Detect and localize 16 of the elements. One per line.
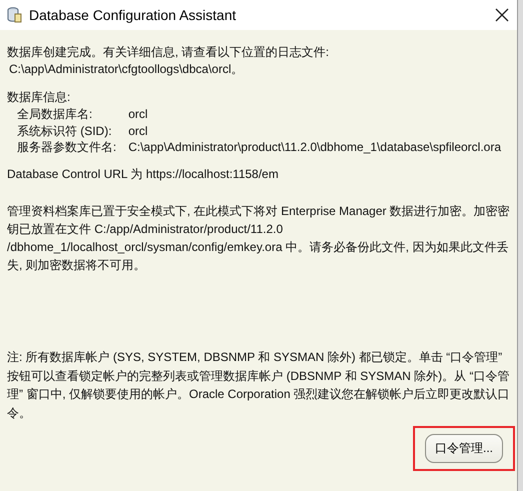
info-label: 全局数据库名: bbox=[17, 106, 94, 122]
database-info-heading: 数据库信息: bbox=[7, 89, 72, 106]
password-management-button[interactable]: 口令管理... bbox=[424, 434, 503, 463]
close-icon[interactable] bbox=[495, 8, 509, 22]
accounts-note: 注: 所有数据库帐户 (SYS, SYSTEM, DBSNMP 和 SYSMAN 除外) 都已锁定。单击 “口令管理” 按钮可以查看锁定帐户的完整列表或管理数据库帐户 (DBSNMP 和 SYSMAN 除外)。从 “口令管理” 窗口中, 仅解锁要使用的帐户。Oracle Corporation 强烈建议您在解锁帐户后立即更改默认口令。 bbox=[7, 349, 511, 422]
log-message: 数据库创建完成。有关详细信息, 请查看以下位置的日志文件: bbox=[7, 44, 330, 61]
control-url-text: Database Control URL 为 https://localhost:1158/em bbox=[7, 166, 280, 182]
info-value: orcl bbox=[128, 122, 149, 139]
app-icon bbox=[5, 6, 23, 24]
log-path: C:\app\Administrator\cfgtoollogs\dbca\orcl。 bbox=[9, 61, 244, 78]
info-label: 服务器参数文件名: bbox=[17, 139, 116, 156]
info-label: 系统标识符 (SID): bbox=[17, 122, 113, 139]
encryption-note: 管理资料档案库已置于安全模式下, 在此模式下将对 Enterprise Manager 数据进行加密。加密密钥已放置在文件 C:/app/Administrator/product/11.2.0 /dbhome_1/localhost_orcl/sysman/config/emkey.ora 中。请务必备份此文件, 因为如果此文件丢失, 则加密数据将不可用。 bbox=[7, 202, 511, 274]
window-title: Database Configuration Assistant bbox=[29, 7, 238, 23]
info-value: orcl bbox=[128, 106, 149, 122]
info-value: C:\app\Administrator\product\11.2.0\dbhome_1\database\spfileorcl.ora bbox=[128, 139, 502, 156]
